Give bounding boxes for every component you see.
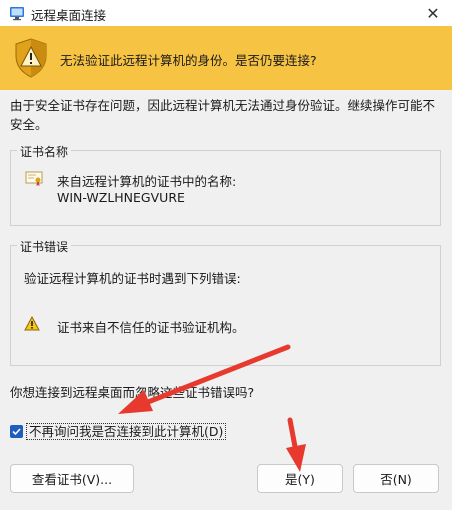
cert-error-item: 证书来自不信任的证书验证机构。 (57, 320, 245, 335)
certificate-icon (25, 171, 43, 186)
dont-ask-checkbox-label[interactable]: 不再询问我是否连接到此计算机(D) (26, 422, 227, 440)
cert-error-group: 证书错误 验证远程计算机的证书时遇到下列错误: 证书来自不信任的证书验证机构。 (10, 238, 441, 366)
cert-from-label: 来自远程计算机的证书中的名称: (57, 174, 237, 189)
view-certificate-button[interactable]: 查看证书(V)... (10, 464, 134, 493)
close-icon: ✕ (426, 3, 440, 23)
title-bar: 远程桌面连接 ✕ (0, 0, 452, 26)
shield-warning-icon (15, 38, 47, 78)
warning-icon (24, 316, 40, 331)
cert-error-intro: 验证远程计算机的证书时遇到下列错误: (24, 271, 241, 286)
warning-banner: 无法验证此远程计算机的身份。是否仍要连接? (0, 26, 452, 90)
dont-ask-checkbox[interactable] (10, 424, 23, 438)
window-title: 远程桌面连接 (31, 8, 107, 23)
cert-name-group-label: 证书名称 (17, 143, 72, 160)
no-button[interactable]: 否(N) (353, 464, 439, 493)
banner-message: 无法验证此远程计算机的身份。是否仍要连接? (60, 53, 317, 68)
dont-ask-checkbox-row[interactable]: 不再询问我是否连接到此计算机(D) (10, 422, 227, 440)
cert-name-value: WIN-WZLHNEGVURE (57, 190, 185, 205)
connect-question: 你想连接到远程桌面而忽略这些证书错误吗? (10, 385, 255, 400)
cert-name-group: 证书名称 来自远程计算机的证书中的名称: WIN-WZLHNEGVURE (10, 143, 441, 226)
checkmark-icon (12, 427, 21, 435)
yes-button[interactable]: 是(Y) (257, 464, 343, 493)
remote-desktop-icon (10, 7, 24, 21)
close-button[interactable]: ✕ (414, 0, 452, 26)
cert-error-group-label: 证书错误 (17, 238, 72, 255)
intro-text: 由于安全证书存在问题，因此远程计算机无法通过身份验证。继续操作可能不安全。 (10, 98, 436, 132)
